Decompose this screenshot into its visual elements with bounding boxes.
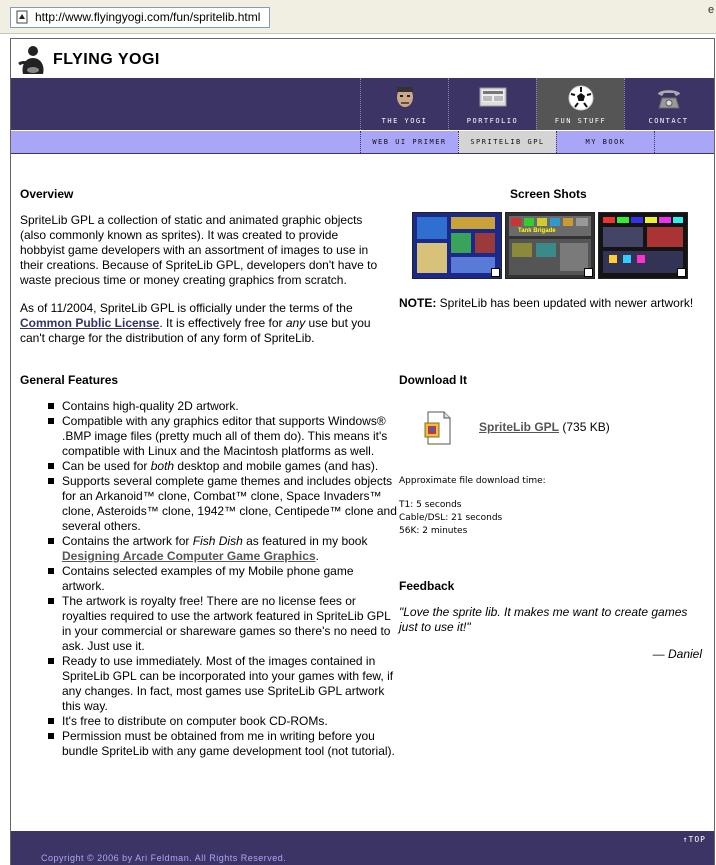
download-time-label: Approximate file download time:	[399, 476, 546, 486]
item-text: as featured in my book	[242, 534, 368, 548]
subnav-my-book[interactable]: MY BOOK	[556, 131, 654, 153]
list-item: The artwork is royalty free! There are n…	[48, 594, 398, 654]
site-title: FLYING YOGI	[53, 51, 160, 68]
telephone-icon	[658, 90, 680, 109]
overview-paragraph: SpriteLib GPL a collection of static and…	[20, 213, 378, 287]
common-public-license-link[interactable]: Common Public License	[20, 316, 159, 330]
download-time-cable: Cable/DSL: 21 seconds	[399, 513, 503, 523]
screenshot-thumbnail-3[interactable]	[598, 212, 688, 279]
face-icon	[397, 87, 413, 107]
feedback-quote: "Love the sprite lib. It makes me want t…	[399, 605, 688, 634]
soccer-ball-icon	[568, 85, 594, 111]
list-item: Supports several complete game themes an…	[48, 474, 398, 534]
address-bar[interactable]: http://www.flyingyogi.com/fun/spritelib.…	[10, 7, 270, 28]
nav-the-yogi[interactable]: THE YOGI	[360, 78, 448, 130]
download-spritelib-link[interactable]: SpriteLib GPL	[479, 420, 559, 434]
item-text: Can be used for	[62, 459, 151, 473]
feedback-author: — Daniel	[652, 647, 702, 661]
footer: ↑TOP Copyright © 2006 by Ari Feldman. Al…	[11, 831, 714, 865]
list-item: Can be used for both desktop and mobile …	[48, 459, 398, 474]
list-item: Contains high-quality 2D artwork.	[48, 399, 398, 414]
download-line: SpriteLib GPL (735 KB)	[479, 420, 679, 435]
item-text: .	[315, 549, 319, 563]
address-url: http://www.flyingyogi.com/fun/spritelib.…	[35, 10, 261, 24]
browser-toolbar: http://www.flyingyogi.com/fun/spritelib.…	[0, 0, 716, 34]
magnify-icon	[677, 268, 686, 277]
list-item: Contains selected examples of my Mobile …	[48, 564, 398, 594]
monitor-icon	[479, 87, 507, 107]
screenshot-2-art	[509, 216, 591, 275]
item-text: Contains the artwork for	[62, 534, 193, 548]
subnav-divider	[654, 131, 655, 153]
nav-label: THE YOGI	[381, 117, 428, 125]
list-item: It's free to distribute on computer book…	[48, 714, 398, 729]
zip-file-icon	[424, 411, 451, 445]
nav-label: CONTACT	[648, 117, 689, 125]
screenshot-3-art	[603, 217, 683, 273]
top-label: TOP	[688, 835, 706, 844]
note-label: NOTE:	[399, 296, 437, 310]
license-emphasis: any	[285, 316, 306, 330]
site-logo[interactable]: FLYING YOGI	[17, 43, 160, 77]
screenshot-thumbnail-2[interactable]: Tank Brigade	[505, 212, 595, 279]
screenshot-caption: Tank Brigade	[518, 228, 556, 234]
item-emphasis: both	[150, 459, 175, 473]
feedback-heading: Feedback	[399, 579, 455, 593]
back-to-top-link[interactable]: ↑TOP	[683, 835, 706, 844]
page-frame: FLYING YOGI THE YOGI PORTFOLIO FUN STUFF…	[10, 38, 715, 865]
features-heading: General Features	[20, 373, 119, 387]
nav-contact[interactable]: CONTACT	[624, 78, 712, 130]
download-time-t1: T1: 5 seconds	[399, 500, 462, 510]
overview-heading: Overview	[20, 187, 74, 201]
nav-label: PORTFOLIO	[466, 117, 519, 125]
license-text-start: As of 11/2004, SpriteLib GPL is official…	[20, 301, 353, 315]
nav-fun-stuff[interactable]: FUN STUFF	[536, 78, 624, 130]
nav-label: FUN STUFF	[554, 117, 607, 125]
file-size: (735 KB)	[559, 420, 610, 434]
copyright-text: Copyright © 2006 by Ari Feldman. All Rig…	[41, 853, 287, 863]
list-item: Compatible with any graphics editor that…	[48, 414, 398, 459]
license-paragraph: As of 11/2004, SpriteLib GPL is official…	[20, 301, 380, 346]
screenshot-thumbnail-1[interactable]	[412, 212, 502, 279]
toolbar-edge-text: e	[708, 4, 715, 16]
note-text: SpriteLib has been updated with newer ar…	[436, 296, 694, 310]
screenshots-note: NOTE: SpriteLib has been updated with ne…	[399, 296, 714, 311]
sub-nav: WEB UI PRIMER SPRITELIB GPL MY BOOK	[11, 130, 714, 154]
download-time-56k: 56K: 2 minutes	[399, 526, 468, 536]
screenshot-1-art	[417, 217, 495, 273]
download-heading: Download It	[399, 373, 467, 387]
magnify-icon	[491, 268, 500, 277]
list-item: Ready to use immediately. Most of the im…	[48, 654, 398, 714]
subnav-spritelib-gpl[interactable]: SPRITELIB GPL	[458, 131, 556, 153]
item-emphasis: Fish Dish	[192, 534, 243, 548]
list-item: Contains the artwork for Fish Dish as fe…	[48, 534, 398, 564]
book-link[interactable]: Designing Arcade Computer Game Graphics	[62, 549, 316, 563]
item-text: desktop and mobile games (and has).	[174, 459, 379, 473]
license-text-mid: . It is effectively free for	[159, 316, 286, 330]
yogi-logo-icon	[18, 46, 44, 74]
main-nav: THE YOGI PORTFOLIO FUN STUFF CONTACT	[11, 78, 714, 130]
screenshots-heading: Screen Shots	[510, 187, 587, 201]
page-icon	[16, 10, 28, 24]
features-list: Contains high-quality 2D artwork. Compat…	[48, 399, 398, 759]
magnify-icon	[584, 268, 593, 277]
list-item: Permission must be obtained from me in w…	[48, 729, 398, 759]
subnav-web-ui-primer[interactable]: WEB UI PRIMER	[360, 131, 458, 153]
nav-portfolio[interactable]: PORTFOLIO	[448, 78, 536, 130]
